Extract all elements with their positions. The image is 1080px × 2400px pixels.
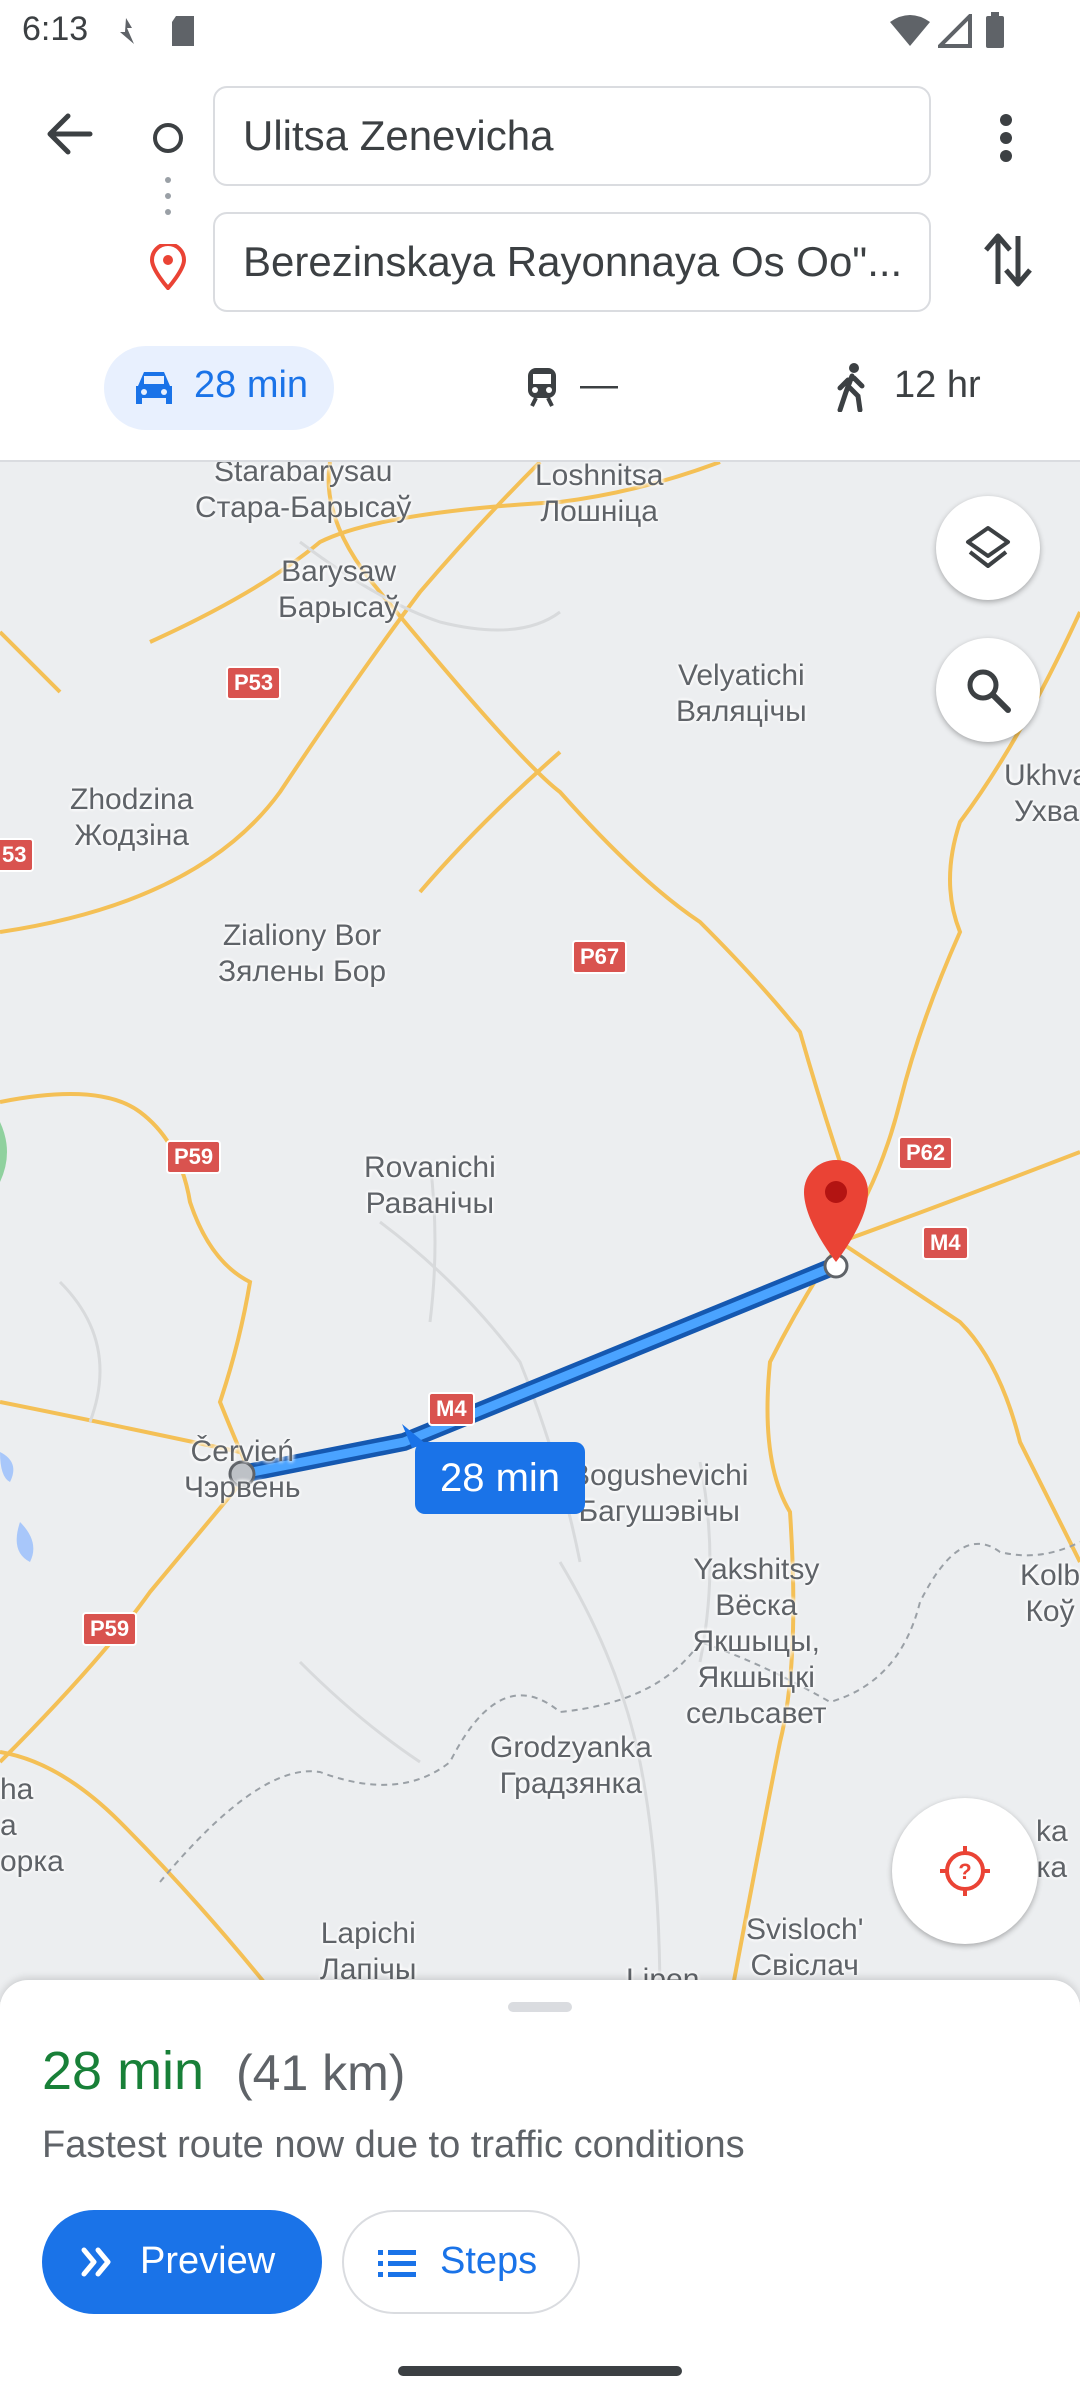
steps-label: Steps [440,2240,538,2282]
train-icon [528,368,556,407]
preview-button[interactable]: Preview [42,2210,322,2314]
map-label: Lapichi Лапічы [320,1917,417,1986]
sheet-drag-handle[interactable] [508,2002,572,2012]
data-saver-icon [120,18,134,44]
map-label: Rovanichi Раванічы [364,1151,496,1220]
car-icon [136,372,172,404]
map-label: Yakshitsy Вёска Якшыцы, Якшыцкі сельсаве… [686,1553,827,1730]
back-arrow-icon[interactable] [44,108,96,160]
mode-walk[interactable]: 12 hr [834,346,994,430]
map-label: Ukhva Ухва [1004,759,1080,828]
road-shield: M4 [922,1226,969,1260]
map-label: ha а орка [0,1773,64,1878]
map-label: Barysaw Барысаў [278,555,400,624]
road-shield: P67 [572,940,628,974]
sd-card-icon [172,16,194,46]
gesture-nav-bar[interactable] [398,2366,682,2376]
road-shield: P59 [166,1140,222,1174]
steps-button[interactable]: Steps [342,2210,580,2314]
swap-icon[interactable] [980,230,1036,290]
map-label: Loshnitsa Лошніца [535,460,664,528]
map-label: ka ка [1036,1815,1068,1884]
search-map-button[interactable] [936,638,1040,742]
destination-field[interactable]: Berezinskaya Rayonnaya Os Oo"... [213,212,931,312]
mode-drive[interactable]: 28 min [104,346,334,430]
map-label: Starabarysau Стара-Барысаў [195,460,412,524]
directions-header: Ulitsa Zenevicha Berezinskaya Rayonnaya … [0,64,1080,460]
mode-transit-time: — [580,364,618,406]
map-label: Zialiony Bor Зялены Бор [218,919,387,988]
route-note: Fastest route now due to traffic conditi… [42,2124,745,2166]
origin-circle-icon [153,123,183,153]
road-shield: P59 [82,1612,138,1646]
status-bar: 6:13 [0,0,1080,64]
wifi-icon [890,15,930,46]
road-shield: M4 [428,1392,475,1426]
mode-transit[interactable]: — [520,346,640,430]
map-label: Kolb Коў [1020,1559,1080,1628]
status-time: 6:13 [22,10,89,48]
svg-text:?: ? [958,1859,971,1884]
mode-drive-time: 28 min [194,364,309,406]
map-label: Červień Чэрвень [184,1435,301,1504]
route-duration: 28 min [42,2041,205,2101]
route-summary-sheet[interactable]: 28 min (41 km) Fastest route now due to … [0,1980,1080,2400]
signal-icon [938,14,972,48]
layers-icon [966,526,1010,568]
road-shield: P53 [226,666,282,700]
battery-icon [986,12,1004,48]
map-view[interactable]: Starabarysau Стара-Барысаў Loshnitsa Лош… [0,460,1080,2002]
walk-icon [837,363,865,412]
map-label: Svisloch' Свіслач [746,1913,864,1982]
map-label: Bogushevichi Багушэвічы [570,1459,749,1528]
preview-label: Preview [140,2240,276,2282]
location-unknown-icon: ? [940,1846,990,1896]
double-chevron-icon [81,2247,111,2277]
road-shield: P62 [898,1136,954,1170]
origin-field[interactable]: Ulitsa Zenevicha [213,86,931,186]
mode-walk-time: 12 hr [894,364,981,406]
route-time-label[interactable]: 28 min [415,1442,585,1514]
search-icon [967,669,1011,713]
my-location-button[interactable]: ? [892,1798,1038,1944]
map-label: Velyatichi Вяляцічы [676,659,807,728]
route-distance: (41 km) [236,2045,406,2101]
road-shield: 53 [0,838,35,872]
route-dots-icon [165,177,171,215]
travel-modes: 28 min — 12 hr [0,346,1080,430]
map-label: Grodzyanka Градзянка [490,1731,652,1800]
more-options-icon[interactable] [986,110,1026,166]
map-label: Zhodzina Жодзіна [70,783,194,852]
list-icon [378,2250,416,2277]
layers-button[interactable] [936,496,1040,600]
destination-pin-icon [149,244,187,290]
